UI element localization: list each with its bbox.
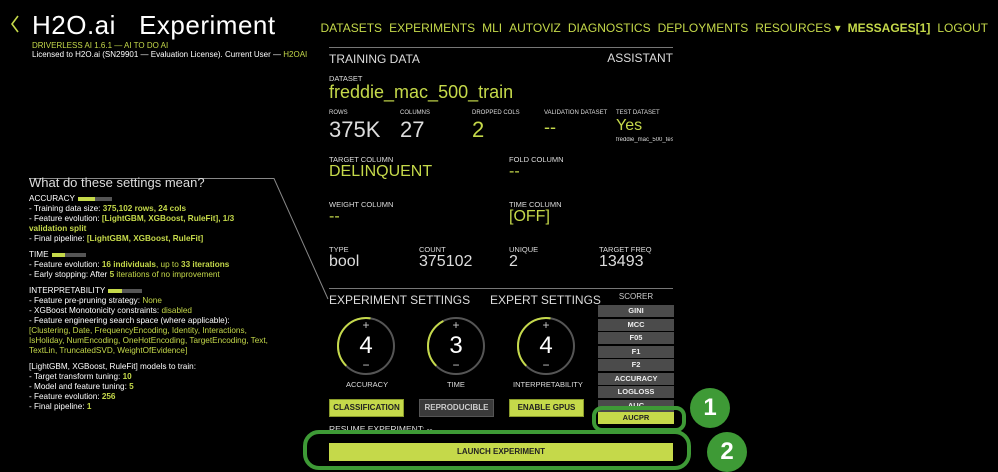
target-column-value[interactable]: DELINQUENT <box>329 163 432 181</box>
interpretability-value: 4 <box>539 332 553 359</box>
help-accuracy-heading: ACCURACY <box>29 194 269 204</box>
interpretability-label: INTERPRETABILITY <box>513 380 583 389</box>
validation-dataset-value[interactable]: -- <box>544 117 556 138</box>
time-mini-bar <box>51 252 86 257</box>
enable-gpus-toggle[interactable]: ENABLE GPUS <box>509 399 584 417</box>
accuracy-value: 4 <box>359 332 373 359</box>
dataset-name[interactable]: freddie_mac_500_train <box>329 82 513 103</box>
nav-mli[interactable]: MLI <box>482 21 502 35</box>
nav-resources[interactable]: RESOURCES ▾ <box>755 21 840 35</box>
experiment-settings-title: EXPERIMENT SETTINGS <box>329 293 471 307</box>
scorer-option-gini[interactable]: GINI <box>598 305 674 317</box>
top-nav: DATASETS EXPERIMENTS MLI AUTOVIZ DIAGNOS… <box>320 21 988 35</box>
app-title: H2O.ai Experiment <box>32 10 276 41</box>
license-text: Licensed to H2O.ai (SN29901 — Evaluation… <box>32 50 308 59</box>
back-chevron-icon[interactable] <box>10 14 20 34</box>
time-minus-button[interactable]: − <box>426 358 486 372</box>
divider-settings <box>329 288 673 289</box>
interpretability-plus-button[interactable]: + <box>516 318 576 332</box>
annotation-badge-1: 1 <box>690 388 730 428</box>
help-time-heading: TIME <box>29 250 269 260</box>
scorer-title: SCORER <box>618 292 654 301</box>
nav-experiments[interactable]: EXPERIMENTS <box>389 21 475 35</box>
test-dataset-name: freddie_mac_500_test <box>616 137 673 143</box>
scorer-option-logloss[interactable]: LOGLOSS <box>598 386 674 398</box>
help-interpretability-heading: INTERPRETABILITY <box>29 286 269 296</box>
scorer-option-accuracy[interactable]: ACCURACY <box>598 372 674 385</box>
rows-value: 375K <box>329 117 381 142</box>
target-count-value: 375102 <box>419 253 473 270</box>
classification-toggle[interactable]: CLASSIFICATION <box>329 399 404 417</box>
nav-logout[interactable]: LOGOUT <box>937 21 988 35</box>
help-panel: What do these settings mean? ACCURACY - … <box>29 175 269 411</box>
time-dial: + 3 − <box>426 316 486 376</box>
target-type-value: bool <box>329 253 360 270</box>
nav-diagnostics[interactable]: DIAGNOSTICS <box>568 21 651 35</box>
reproducible-toggle[interactable]: REPRODUCIBLE <box>419 399 494 417</box>
nav-datasets[interactable]: DATASETS <box>320 21 382 35</box>
help-title: What do these settings mean? <box>29 175 205 190</box>
time-plus-button[interactable]: + <box>426 318 486 332</box>
accuracy-minus-button[interactable]: − <box>336 358 396 372</box>
highlight-launch <box>303 430 691 470</box>
accuracy-mini-bar <box>77 196 112 201</box>
nav-messages[interactable]: MESSAGES[1] <box>848 21 931 35</box>
time-label: TIME <box>447 380 465 389</box>
target-unique-value: 2 <box>509 253 518 270</box>
columns-value: 27 <box>400 117 425 142</box>
accuracy-plus-button[interactable]: + <box>336 318 396 332</box>
time-value: 3 <box>449 332 463 359</box>
highlight-aucpr <box>592 406 686 432</box>
test-dataset-value[interactable]: Yes <box>616 117 642 135</box>
interpretability-mini-bar <box>108 288 143 293</box>
current-user: H2OAI <box>283 50 308 59</box>
time-column-value[interactable]: [OFF] <box>509 208 550 226</box>
expert-settings-button[interactable]: EXPERT SETTINGS <box>490 293 601 307</box>
page-title: Experiment <box>139 10 276 40</box>
divider-top <box>329 47 673 48</box>
interpretability-dial: + 4 − <box>516 316 576 376</box>
scorer-option-f1[interactable]: F1 <box>598 345 674 358</box>
interpretability-minus-button[interactable]: − <box>516 358 576 372</box>
annotation-badge-2: 2 <box>707 432 747 472</box>
accuracy-dial: + 4 − <box>336 316 396 376</box>
scorer-option-f05[interactable]: F05 <box>598 332 674 344</box>
dropped-cols-value[interactable]: 2 <box>472 117 484 143</box>
fold-column-value[interactable]: -- <box>509 163 520 181</box>
brand-name: H2O.ai <box>32 10 116 40</box>
scorer-option-f2[interactable]: F2 <box>598 359 674 371</box>
version-text: DRIVERLESS AI 1.6.1 — AI TO DO AI <box>32 41 169 50</box>
accuracy-label: ACCURACY <box>346 380 389 389</box>
nav-autoviz[interactable]: AUTOVIZ <box>509 21 561 35</box>
weight-column-value[interactable]: -- <box>329 208 340 226</box>
target-freq-value: 13493 <box>599 253 644 270</box>
training-data-title: TRAINING DATA <box>329 52 420 66</box>
nav-deployments[interactable]: DEPLOYMENTS <box>658 21 749 35</box>
assistant-link[interactable]: ASSISTANT <box>607 51 673 65</box>
scorer-option-mcc[interactable]: MCC <box>598 318 674 331</box>
